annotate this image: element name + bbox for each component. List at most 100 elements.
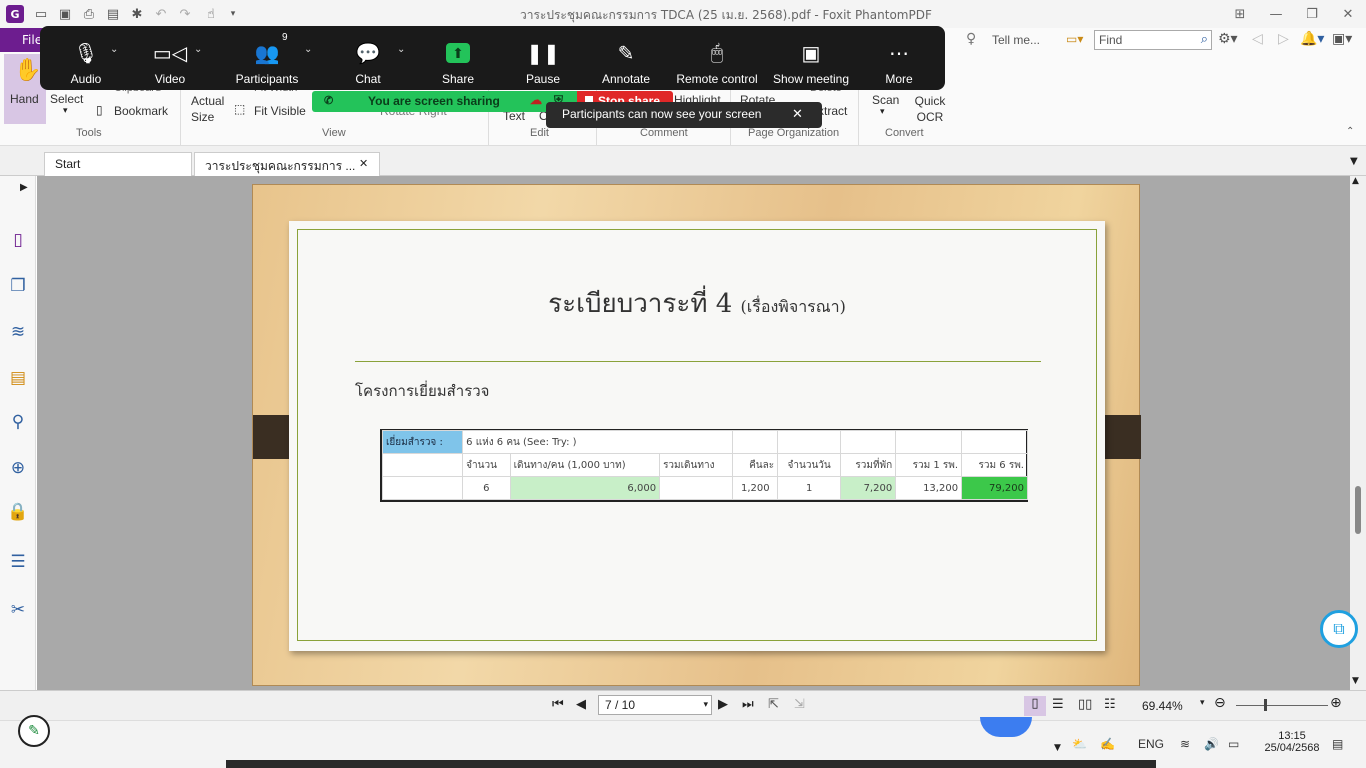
create-icon[interactable]: ▤ bbox=[104, 5, 122, 23]
vertical-scrollbar[interactable]: ▲ ▼ bbox=[1350, 176, 1366, 690]
previous-view-icon[interactable]: ⇱ bbox=[768, 697, 779, 712]
find-box[interactable]: Find ⌕ bbox=[1094, 30, 1212, 50]
file-tab[interactable]: File bbox=[0, 28, 44, 52]
zoom-level[interactable]: 69.44% bbox=[1142, 699, 1183, 713]
ribbon-options-icon[interactable]: ⊞ bbox=[1226, 3, 1254, 25]
close-icon[interactable]: ✕ bbox=[792, 106, 803, 122]
single-page-view-icon[interactable]: ▯ bbox=[1024, 696, 1046, 716]
chat-button[interactable]: 💬 Chat bbox=[342, 26, 394, 90]
page-number-input[interactable]: 7 / 10 ▾ bbox=[598, 695, 712, 715]
redo-icon[interactable]: ↷ bbox=[176, 5, 194, 23]
continuous-facing-view-icon[interactable]: ☷ bbox=[1104, 697, 1116, 712]
tab-list-dropdown-icon[interactable]: ▼ bbox=[1350, 156, 1358, 167]
pages-icon[interactable]: ▯ bbox=[6, 228, 30, 252]
next-view-icon[interactable]: ⇲ bbox=[794, 697, 805, 712]
search-options-icon[interactable]: ▭▾ bbox=[1066, 32, 1090, 50]
save-icon[interactable]: ▣ bbox=[56, 5, 74, 23]
layers-icon[interactable]: ≋ bbox=[6, 320, 30, 344]
audio-options-chevron-icon[interactable]: ⌄ bbox=[110, 44, 118, 55]
page-dropdown-icon[interactable]: ▾ bbox=[703, 699, 708, 710]
tab-start[interactable]: Start bbox=[44, 152, 192, 176]
cloud-sync-icon[interactable]: ⛅ bbox=[1072, 737, 1087, 751]
tab-document[interactable]: วาระประชุมคณะกรรมการ ... ✕ bbox=[194, 152, 380, 176]
hand-tool-quick-icon[interactable]: ☝ bbox=[202, 5, 220, 23]
next-page-icon[interactable]: ▶ bbox=[718, 697, 728, 712]
print-icon[interactable]: ⎙ bbox=[80, 5, 98, 23]
previous-page-icon[interactable]: ◀ bbox=[576, 697, 586, 712]
audio-button[interactable]: 🎙 Audio bbox=[60, 26, 112, 90]
share-button[interactable]: ⬆ Share bbox=[432, 26, 484, 90]
gear-icon[interactable]: ⚙▾ bbox=[1218, 31, 1238, 47]
maximize-button[interactable]: ❐ bbox=[1298, 3, 1326, 25]
pen-input-icon[interactable]: ✍ bbox=[1100, 737, 1115, 751]
scroll-down-icon[interactable]: ▼ bbox=[1352, 676, 1359, 686]
zoom-out-icon[interactable]: ⊖ bbox=[1214, 695, 1226, 711]
video-options-chevron-icon[interactable]: ⌄ bbox=[194, 44, 202, 55]
scan-button[interactable]: Scan ▾ bbox=[866, 92, 906, 126]
participants-button[interactable]: 👥 Participants bbox=[232, 26, 302, 90]
attachment-icon[interactable]: ⚲ bbox=[6, 410, 30, 434]
undo-icon[interactable]: ↶ bbox=[152, 5, 170, 23]
scroll-up-icon[interactable]: ▲ bbox=[1352, 176, 1359, 186]
chat-options-chevron-icon[interactable]: ⌄ bbox=[397, 44, 405, 55]
pause-button[interactable]: ❚❚ Pause bbox=[517, 26, 569, 90]
tell-me-box[interactable]: Tell me... bbox=[992, 33, 1040, 47]
participants-options-chevron-icon[interactable]: ⌄ bbox=[304, 44, 312, 55]
quick-access-dropdown-icon[interactable]: ▾ bbox=[224, 5, 242, 23]
new-icon[interactable]: ✱ bbox=[128, 5, 146, 23]
notification-bell-icon[interactable]: 🔔▾ bbox=[1300, 31, 1324, 47]
wifi-icon[interactable]: ≋ bbox=[1180, 737, 1190, 751]
expand-panel-icon[interactable]: ▶ bbox=[20, 182, 28, 193]
notifications-icon[interactable]: ▤ bbox=[1332, 737, 1343, 751]
show-meeting-label: Show meeting bbox=[772, 72, 850, 86]
zoom-slider-track[interactable] bbox=[1236, 705, 1328, 706]
search-icon[interactable]: ⌕ bbox=[1201, 32, 1208, 47]
minimize-button[interactable]: — bbox=[1262, 3, 1290, 25]
table-cell: 6 bbox=[462, 476, 511, 500]
battery-icon[interactable]: ▭ bbox=[1228, 737, 1239, 751]
clock-time: 13:15 bbox=[1278, 730, 1306, 742]
layers-pages-icon[interactable]: ❐ bbox=[6, 274, 30, 298]
account-icon[interactable]: ▣▾ bbox=[1332, 31, 1352, 47]
annotate-pen-icon[interactable]: ✎ bbox=[18, 715, 50, 747]
document-tab-row: Start วาระประชุมคณะกรรมการ ... ✕ ▼ bbox=[0, 146, 1366, 176]
fit-visible-button[interactable]: Fit Visible bbox=[254, 104, 306, 118]
select-tool-button[interactable]: Select ▾ bbox=[48, 86, 90, 116]
video-button[interactable]: ▭◁ Video bbox=[144, 26, 196, 90]
bookmark-button[interactable]: Bookmark bbox=[114, 104, 168, 118]
signature-icon[interactable]: ⊕ bbox=[6, 456, 30, 480]
lock-icon[interactable]: 🔒 bbox=[6, 500, 30, 524]
more-button[interactable]: ⋯ More bbox=[874, 26, 924, 90]
floating-button[interactable] bbox=[980, 717, 1032, 737]
open-folder-icon[interactable]: ▭ bbox=[32, 5, 50, 23]
last-page-icon[interactable]: ⏭ bbox=[742, 697, 754, 712]
next-view-icon[interactable]: ▷ bbox=[1278, 31, 1289, 47]
first-page-icon[interactable]: ⏮ bbox=[552, 697, 564, 712]
table-cell bbox=[381, 476, 464, 500]
close-tab-icon[interactable]: ✕ bbox=[359, 157, 368, 170]
assistant-chat-icon[interactable]: ⧉ bbox=[1320, 610, 1358, 648]
tray-overflow-icon[interactable]: ▼ bbox=[1054, 743, 1061, 753]
scrollbar-thumb[interactable] bbox=[1355, 486, 1361, 534]
tools-icon[interactable]: ✂ bbox=[6, 598, 30, 622]
actual-size-button[interactable]: Actual Size bbox=[188, 92, 232, 126]
zoom-slider-thumb[interactable] bbox=[1264, 699, 1267, 711]
collapse-ribbon-icon[interactable]: ⌃ bbox=[1346, 126, 1354, 137]
volume-icon[interactable]: 🔊 bbox=[1204, 737, 1219, 751]
remote-control-button[interactable]: 🖱 Remote control bbox=[673, 26, 761, 90]
prev-view-icon[interactable]: ◁ bbox=[1252, 31, 1263, 47]
continuous-view-icon[interactable]: ☰ bbox=[1052, 697, 1064, 712]
fields-icon[interactable]: ☰ bbox=[6, 550, 30, 574]
close-window-button[interactable]: ✕ bbox=[1334, 3, 1362, 25]
toast-text: Participants can now see your screen bbox=[562, 107, 762, 121]
quick-ocr-button[interactable]: Quick OCR bbox=[908, 92, 948, 126]
zoom-dropdown-icon[interactable]: ▾ bbox=[1200, 698, 1205, 708]
language-indicator[interactable]: ENG bbox=[1138, 737, 1164, 751]
audio-label: Audio bbox=[70, 72, 102, 86]
annotate-button[interactable]: ✎ Annotate bbox=[596, 26, 656, 90]
facing-view-icon[interactable]: ▯▯ bbox=[1078, 697, 1092, 712]
comments-icon[interactable]: ▤ bbox=[6, 366, 30, 390]
zoom-in-icon[interactable]: ⊕ bbox=[1330, 695, 1342, 711]
show-meeting-button[interactable]: ▣ Show meeting bbox=[770, 26, 852, 90]
clock[interactable]: 13:15 25/04/2568 bbox=[1262, 730, 1322, 754]
